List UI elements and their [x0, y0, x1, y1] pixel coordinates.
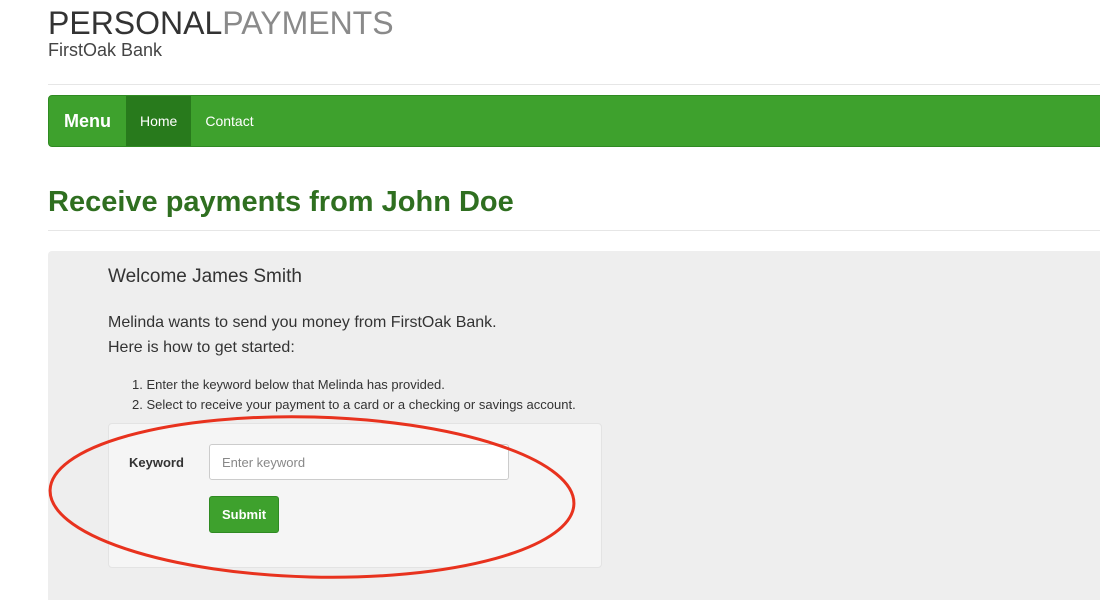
header-divider	[48, 84, 1100, 85]
brand: PERSONALPAYMENTS FirstOak Bank	[48, 6, 394, 60]
nav-item-home[interactable]: Home	[126, 96, 192, 146]
intro-text: Melinda wants to send you money from Fir…	[108, 310, 497, 360]
step-item: 2. Select to receive your payment to a c…	[132, 397, 576, 412]
intro-line-1: Melinda wants to send you money from Fir…	[108, 314, 497, 331]
keyword-form-panel: Keyword Submit	[108, 423, 602, 568]
nav-item-contact[interactable]: Contact	[191, 96, 267, 146]
submit-button[interactable]: Submit	[209, 496, 279, 533]
brand-subtitle: FirstOak Bank	[48, 40, 163, 60]
keyword-input[interactable]	[209, 444, 509, 480]
page-title: Receive payments from John Doe	[48, 186, 514, 218]
title-divider	[48, 230, 1100, 231]
keyword-label: Keyword	[129, 455, 184, 470]
welcome-heading: Welcome James Smith	[108, 266, 302, 287]
step-item: 1. Enter the keyword below that Melinda …	[132, 377, 445, 392]
intro-line-2: Here is how to get started:	[108, 339, 295, 356]
steps-list: 1. Enter the keyword below that Melinda …	[132, 375, 576, 415]
brand-title-payments: PAYMENTS	[222, 5, 394, 41]
content-panel: Welcome James Smith Melinda wants to sen…	[48, 251, 1100, 600]
nav-menu-brand[interactable]: Menu	[49, 96, 126, 146]
brand-title: PERSONALPAYMENTS	[48, 6, 394, 40]
main-navbar: Menu Home Contact	[48, 95, 1100, 147]
brand-title-personal: PERSONAL	[48, 5, 223, 41]
